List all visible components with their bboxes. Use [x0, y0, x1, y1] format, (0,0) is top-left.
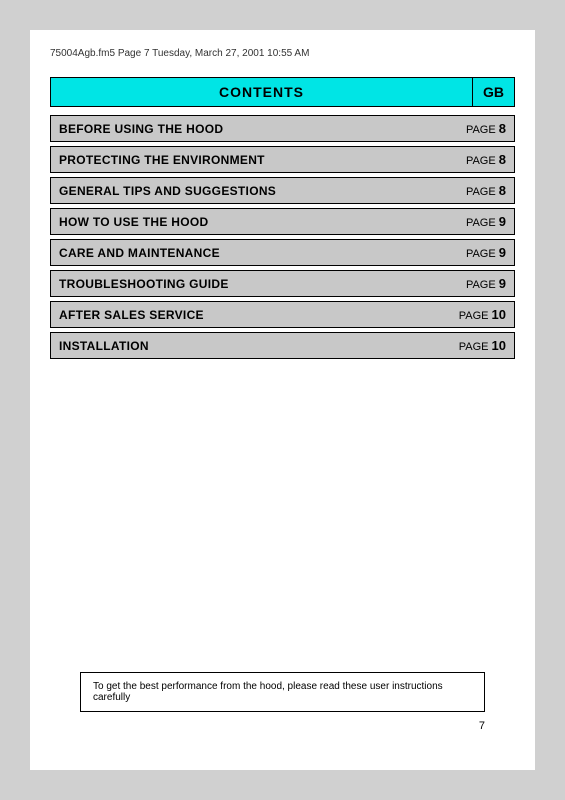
- toc-item-page: PAGE 9: [466, 214, 506, 229]
- page-num: 10: [492, 338, 506, 353]
- toc-item-page: PAGE 9: [466, 276, 506, 291]
- toc-item-label: AFTER SALES SERVICE: [59, 308, 204, 322]
- toc-item: AFTER SALES SERVICE PAGE 10: [50, 301, 515, 328]
- footer-note-text: To get the best performance from the hoo…: [93, 681, 443, 703]
- toc-item-label: GENERAL TIPS AND SUGGESTIONS: [59, 184, 276, 198]
- page-num: 8: [499, 152, 506, 167]
- toc-item: TROUBLESHOOTING GUIDE PAGE 9: [50, 270, 515, 297]
- footer-note: To get the best performance from the hoo…: [80, 672, 485, 712]
- toc-item-label: TROUBLESHOOTING GUIDE: [59, 277, 229, 291]
- file-info-text: 75004Agb.fm5 Page 7 Tuesday, March 27, 2…: [50, 48, 309, 59]
- toc-item: BEFORE USING THE HOOD PAGE 8: [50, 115, 515, 142]
- page-num: 9: [499, 276, 506, 291]
- toc-item: PROTECTING THE ENVIRONMENT PAGE 8: [50, 146, 515, 173]
- page-num: 9: [499, 245, 506, 260]
- toc-item: GENERAL TIPS AND SUGGESTIONS PAGE 8: [50, 177, 515, 204]
- toc-list: BEFORE USING THE HOODPAGE 8PROTECTING TH…: [50, 115, 515, 359]
- toc-item-label: BEFORE USING THE HOOD: [59, 122, 223, 136]
- contents-gb: GB: [472, 78, 514, 106]
- contents-title: CONTENTS: [51, 78, 472, 106]
- toc-item-label: PROTECTING THE ENVIRONMENT: [59, 153, 265, 167]
- page-number: 7: [479, 720, 485, 732]
- toc-item-page: PAGE 9: [466, 245, 506, 260]
- toc-item-page: PAGE 8: [466, 183, 506, 198]
- toc-item-label: CARE AND MAINTENANCE: [59, 246, 220, 260]
- toc-item-label: INSTALLATION: [59, 339, 149, 353]
- toc-item: CARE AND MAINTENANCE PAGE 9: [50, 239, 515, 266]
- page-num: 8: [499, 121, 506, 136]
- page-content: 75004Agb.fm5 Page 7 Tuesday, March 27, 2…: [30, 30, 535, 770]
- toc-item-page: PAGE 8: [466, 152, 506, 167]
- page-num: 8: [499, 183, 506, 198]
- toc-item-label: HOW TO USE THE HOOD: [59, 215, 208, 229]
- toc-item: HOW TO USE THE HOOD PAGE 9: [50, 208, 515, 235]
- contents-header: CONTENTS GB: [50, 77, 515, 107]
- page-num: 10: [492, 307, 506, 322]
- toc-item-page: PAGE 10: [459, 307, 506, 322]
- file-info: 75004Agb.fm5 Page 7 Tuesday, March 27, 2…: [50, 48, 515, 63]
- toc-item: INSTALLATION PAGE 10: [50, 332, 515, 359]
- toc-item-page: PAGE 10: [459, 338, 506, 353]
- page-num: 9: [499, 214, 506, 229]
- toc-item-page: PAGE 8: [466, 121, 506, 136]
